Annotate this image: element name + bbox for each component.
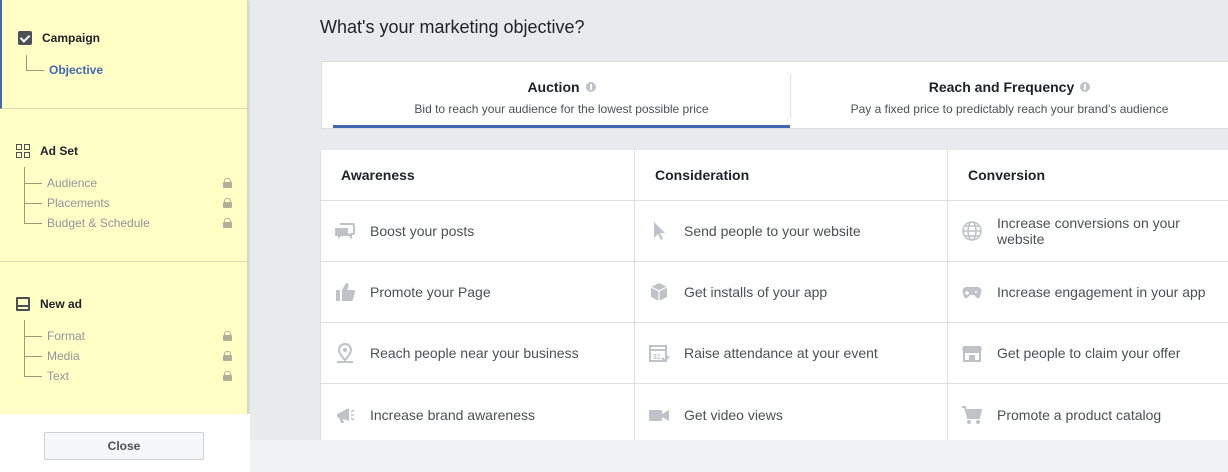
objective-table: Awareness Boost your posts Promote your … <box>320 150 1228 440</box>
sidebar-item-objective[interactable]: Objective <box>26 62 246 78</box>
box-icon <box>648 281 670 303</box>
objective-label: Get installs of your app <box>684 284 828 300</box>
objective-label: Promote a product catalog <box>997 406 1162 423</box>
objective-label: Get video views <box>684 406 783 423</box>
cursor-icon <box>648 220 670 242</box>
tab-description: Bid to reach your audience for the lowes… <box>414 102 709 116</box>
column-awareness: Awareness Boost your posts Promote your … <box>321 150 634 440</box>
campaign-header[interactable]: Campaign <box>18 31 100 45</box>
info-icon[interactable] <box>585 82 596 92</box>
sidebar-item-audience[interactable]: Audience <box>24 175 244 191</box>
sidebar-item-media[interactable]: Media <box>24 348 244 364</box>
buying-type-selector: Auction Bid to reach your audience for t… <box>321 61 1228 129</box>
objective-website-traffic[interactable]: Send people to your website <box>635 201 947 262</box>
newad-section: New ad Format Media Text <box>0 262 248 414</box>
info-icon[interactable] <box>1080 82 1091 92</box>
campaign-title: Campaign <box>42 31 101 45</box>
objective-app-engagement[interactable]: Increase engagement in your app <box>948 262 1228 323</box>
svg-text:31: 31 <box>653 354 661 361</box>
column-header: Conversion <box>948 150 1228 201</box>
globe-icon <box>961 220 983 242</box>
objective-product-catalog[interactable]: Promote a product catalog <box>948 384 1228 445</box>
objective-brand-awareness[interactable]: Increase brand awareness <box>321 384 634 445</box>
objective-website-conversions[interactable]: Increase conversions on your website <box>948 201 1228 262</box>
sidebar-item-label: Placements <box>47 196 110 210</box>
lock-icon <box>223 331 232 341</box>
objective-offer-claims[interactable]: Get people to claim your offer <box>948 323 1228 384</box>
objective-label: Boost your posts <box>370 223 475 239</box>
grid-icon <box>16 144 30 158</box>
chat-bubbles-icon <box>334 220 356 242</box>
calendar-icon: 31 <box>648 342 670 364</box>
lock-icon <box>223 371 232 381</box>
lock-icon <box>223 218 232 228</box>
page-title: What's your marketing objective? <box>320 17 585 37</box>
objective-label: Promote your Page <box>370 284 491 300</box>
objective-event-responses[interactable]: 31 Raise attendance at your event <box>635 323 947 384</box>
tab-reach-frequency[interactable]: Reach and Frequency Pay a fixed price to… <box>790 74 1228 118</box>
sidebar-item-label: Format <box>47 329 86 343</box>
tab-auction[interactable]: Auction Bid to reach your audience for t… <box>333 62 790 128</box>
newad-title: New ad <box>40 297 83 311</box>
video-camera-icon <box>648 404 670 426</box>
objective-video-views[interactable]: Get video views <box>635 384 947 445</box>
sidebar-item-placements[interactable]: Placements <box>24 195 244 211</box>
adset-header[interactable]: Ad Set <box>16 144 78 158</box>
ad-layout-icon <box>16 297 30 311</box>
sidebar-item-text[interactable]: Text <box>24 368 244 384</box>
column-header: Consideration <box>635 150 947 201</box>
storefront-icon <box>961 342 983 364</box>
sidebar-item-label: Text <box>47 369 70 383</box>
checkbox-icon <box>18 31 32 45</box>
column-consideration: Consideration Send people to your websit… <box>634 150 947 440</box>
sidebar-item-label: Audience <box>47 176 98 190</box>
tab-label: Auction <box>527 79 580 95</box>
objective-boost-posts[interactable]: Boost your posts <box>321 201 634 262</box>
objective-label: Reach people near your business <box>370 345 579 361</box>
shopping-cart-icon <box>961 404 983 426</box>
adset-title: Ad Set <box>40 144 79 158</box>
column-header: Awareness <box>321 150 634 201</box>
sidebar-item-label: Objective <box>49 63 104 77</box>
sidebar-item-label: Budget & Schedule <box>47 216 150 230</box>
objective-label: Send people to your website <box>684 223 861 239</box>
campaign-section: Campaign Objective <box>0 0 248 109</box>
lock-icon <box>223 198 232 208</box>
megaphone-icon <box>334 404 356 426</box>
sidebar: Campaign Objective Ad Set Audience Place… <box>0 0 248 414</box>
objective-promote-page[interactable]: Promote your Page <box>321 262 634 323</box>
thumbs-up-icon <box>334 281 356 303</box>
objective-label: Increase brand awareness <box>370 406 535 423</box>
tab-label: Reach and Frequency <box>928 79 1075 95</box>
objective-reach-nearby[interactable]: Reach people near your business <box>321 323 634 384</box>
objective-label: Get people to claim your offer <box>997 345 1181 361</box>
objective-label: Increase conversions on your website <box>997 215 1180 247</box>
adset-section: Ad Set Audience Placements Budget & Sche… <box>0 109 248 262</box>
newad-header[interactable]: New ad <box>16 297 82 311</box>
sidebar-item-budget-schedule[interactable]: Budget & Schedule <box>24 215 244 231</box>
gamepad-icon <box>961 281 983 303</box>
lock-icon <box>223 178 232 188</box>
lock-icon <box>223 351 232 361</box>
close-button[interactable]: Close <box>44 432 204 460</box>
objective-label: Raise attendance at your event <box>684 345 878 361</box>
location-pin-icon <box>334 342 356 364</box>
objective-app-installs[interactable]: Get installs of your app <box>635 262 947 323</box>
tab-description: Pay a fixed price to predictably reach y… <box>850 102 1169 116</box>
column-conversion: Conversion Increase conversions on your … <box>947 150 1228 440</box>
objective-label: Increase engagement in your app <box>997 284 1206 300</box>
sidebar-item-label: Media <box>47 349 80 363</box>
sidebar-item-format[interactable]: Format <box>24 328 244 344</box>
